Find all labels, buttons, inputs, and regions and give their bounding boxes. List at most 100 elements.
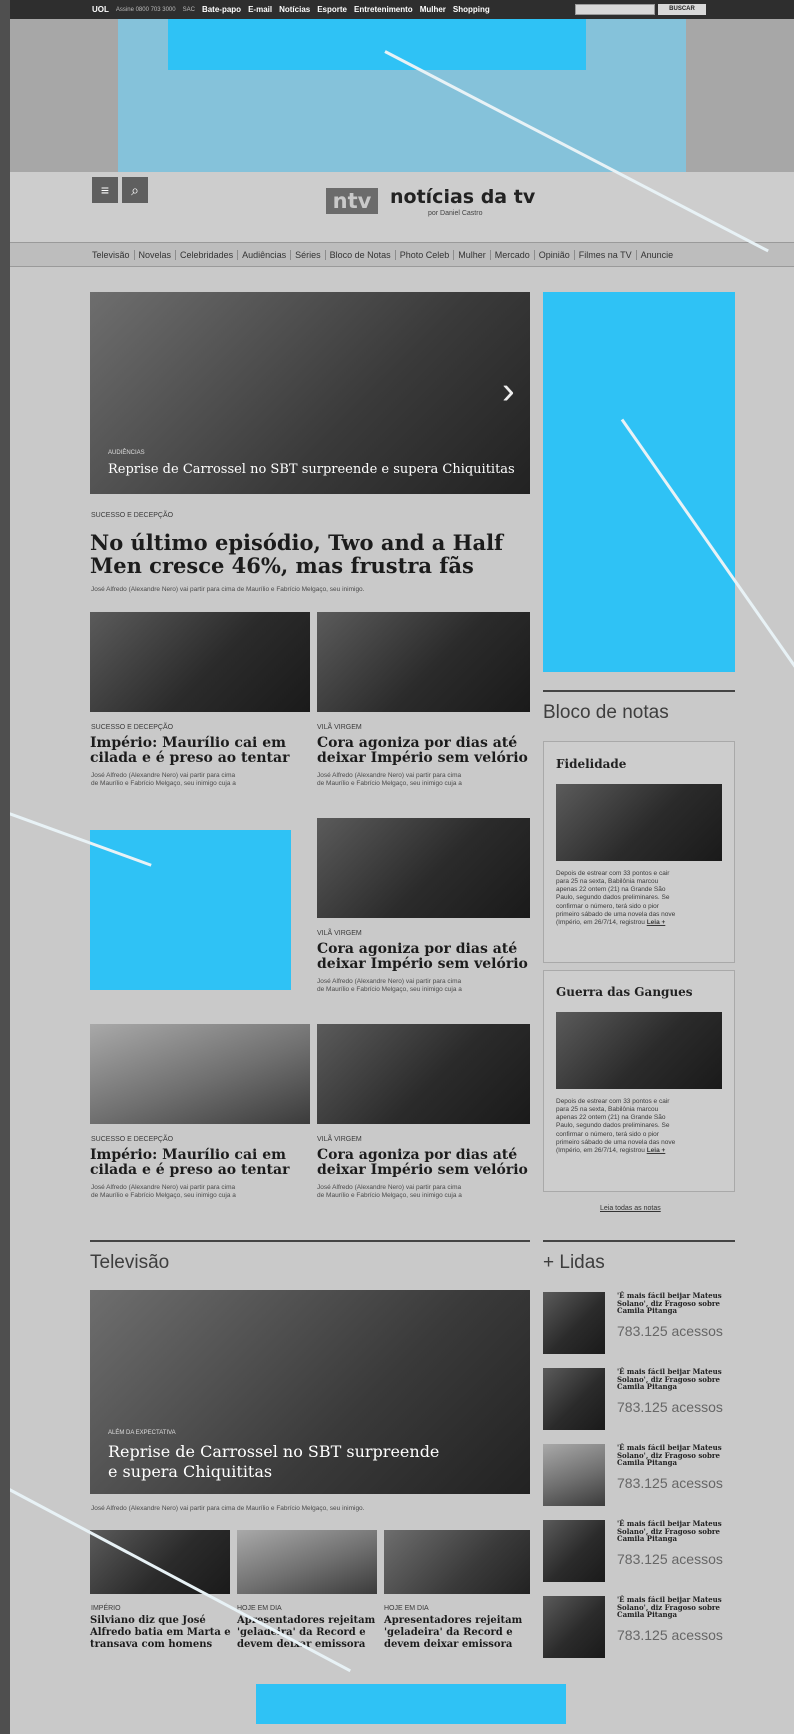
televisao-heading[interactable]: Televisão [90,1252,169,1274]
hero-tag: Audiências [108,450,145,456]
topbar-link-noticias[interactable]: Notícias [279,5,310,14]
article-5-headline-line2[interactable]: deixar Império sem velório [317,1163,528,1178]
nav-item-mercado[interactable]: Mercado [491,249,535,260]
lead-body: José Alfredo (Alexandre Nero) vai partir… [91,586,365,593]
lead-headline-line2[interactable]: Men cresce 46%, mas frustra fãs [90,554,474,577]
search-icon[interactable]: ⌕ [122,177,148,203]
topbar-link-esporte[interactable]: Esporte [317,5,347,14]
lead-headline-line1[interactable]: No último episódio, Two and a Half [90,531,503,554]
article-4-body-line2: de Maurílio e Fabrício Melgaço, seu inim… [91,1192,236,1199]
nav-item-anuncie[interactable]: Anuncie [637,250,678,260]
lidas-item-1-image[interactable] [543,1292,605,1354]
nav-item-televisao[interactable]: Televisão [88,249,135,260]
televisao-item-1-image[interactable] [90,1530,230,1594]
note-1-line-1: Depois de estrear com 33 pontos e cair [556,870,670,877]
nav-item-opiniao[interactable]: Opinião [535,249,575,260]
note-2-image[interactable] [556,1012,722,1089]
top-ad-placeholder[interactable] [168,19,586,70]
lidas-item-5-image[interactable] [543,1596,605,1658]
televisao-item-1-line2[interactable]: Alfredo batia em Marta e [90,1627,231,1639]
lidas-item-2-image[interactable] [543,1368,605,1430]
note-2-text: Depois de estrear com 33 pontos e cair p… [556,1098,722,1155]
nav-item-audiencias[interactable]: Audiências [238,249,292,260]
televisao-feature-title-line1[interactable]: Reprise de Carrossel no SBT surpreende [108,1442,439,1461]
topbar-link-shopping[interactable]: Shopping [453,5,490,14]
article-4-headline-line2[interactable]: cilada e é preso ao tentar [90,1163,289,1178]
article-1-image[interactable] [90,612,310,712]
article-5-headline-line1[interactable]: Cora agoniza por dias até [317,1148,517,1163]
note-1-line-2: para 25 na sexta, Babilônia marcou [556,878,659,886]
lidas-item-2-title[interactable]: 'É mais fácil beijar Mateus Solano', diz… [617,1368,735,1391]
televisao-item-1-line3[interactable]: transava com homens [90,1639,212,1651]
note-1-title[interactable]: Fidelidade [556,757,626,771]
nav-item-novelas[interactable]: Novelas [135,249,177,260]
menu-icon[interactable]: ≡ [92,177,118,203]
note-1-image[interactable] [556,784,722,861]
lidas-item-3-title[interactable]: 'É mais fácil beijar Mateus Solano', diz… [617,1444,735,1467]
televisao-feature-title-line2[interactable]: e supera Chiquititas [108,1462,272,1481]
televisao-item-3-line3[interactable]: devem deixar emissora [384,1639,512,1651]
article-4-image[interactable] [90,1024,310,1124]
article-2-image[interactable] [317,612,530,712]
nav-item-filmes-na-tv[interactable]: Filmes na TV [575,249,637,260]
sidebar-ad-placeholder[interactable] [543,292,735,672]
lidas-item-4-line3: Camila Pitanga [617,1534,678,1544]
lidas-item-4-image[interactable] [543,1520,605,1582]
site-title[interactable]: notícias da tv [390,186,535,208]
article-1-headline-line2[interactable]: cilada e é preso ao tentar [90,751,289,766]
note-2-line-1: Depois de estrear com 33 pontos e cair [556,1098,670,1105]
article-3-headline-line2[interactable]: deixar Império sem velório [317,957,528,972]
main-nav: Televisão Novelas Celebridades Audiência… [10,242,794,267]
hero-title[interactable]: Reprise de Carrossel no SBT surpreende e… [108,462,515,477]
article-1-headline-line1[interactable]: Império: Maurílio cai em [90,736,286,751]
sac-link[interactable]: SAC [183,7,195,13]
televisao-feature-tag: Além da expectativa [108,1430,176,1436]
article-3-body-line2: de Maurílio e Fabrício Melgaço, seu inim… [317,986,462,993]
nav-item-bloco-de-notas[interactable]: Bloco de Notas [326,249,396,260]
lidas-heading[interactable]: + Lidas [543,1252,605,1274]
televisao-item-3-kicker: Hoje em dia [384,1605,429,1612]
topbar-link-email[interactable]: E-mail [248,5,272,14]
hero-slide-image[interactable]: › Audiências Reprise de Carrossel no SBT… [90,292,530,494]
uol-search-button[interactable]: BUSCAR [658,4,706,15]
article-2-headline-line2[interactable]: deixar Império sem velório [317,751,528,766]
site-subtitle: por Daniel Castro [428,210,483,217]
nav-item-series[interactable]: Séries [291,249,326,260]
article-3-image[interactable] [317,818,530,918]
televisao-item-3-image[interactable] [384,1530,530,1594]
article-2-headline-line1[interactable]: Cora agoniza por dias até [317,736,517,751]
article-3-headline-line1[interactable]: Cora agoniza por dias até [317,942,517,957]
bloco-heading[interactable]: Bloco de notas [543,702,669,724]
televisao-item-3-line1[interactable]: Apresentadores rejeitam [384,1615,522,1627]
televisao-item-1-line1[interactable]: Silviano diz que José [90,1615,206,1627]
assine-link[interactable]: Assine 0800 703 3000 [116,7,176,13]
televisao-item-2-image[interactable] [237,1530,377,1594]
lidas-item-5-title[interactable]: 'É mais fácil beijar Mateus Solano', diz… [617,1596,735,1619]
chevron-right-icon[interactable]: › [502,370,515,413]
all-notes-link[interactable]: Leia todas as notas [600,1205,661,1212]
televisao-item-3-line2[interactable]: 'geladeira' da Record e [384,1627,513,1639]
article-4-headline-line1[interactable]: Império: Maurílio cai em [90,1148,286,1163]
lidas-item-1-title[interactable]: 'É mais fácil beijar Mateus Solano', diz… [617,1292,735,1315]
nav-item-photo-celeb[interactable]: Photo Celeb [396,249,455,260]
article-5-image[interactable] [317,1024,530,1124]
nav-item-celebridades[interactable]: Celebridades [176,249,239,260]
article-2-kicker: Vilã virgem [317,724,362,731]
topbar-link-mulher[interactable]: Mulher [420,5,446,14]
site-logo-mark[interactable]: ntv [326,188,378,214]
nav-item-mulher[interactable]: Mulher [454,249,491,260]
topbar-link-batepapo[interactable]: Bate-papo [202,5,241,14]
uol-search-input[interactable] [575,4,655,15]
uol-logo[interactable]: UOL [92,5,109,14]
bottom-ad-placeholder[interactable] [256,1684,566,1724]
televisao-feature-image[interactable]: Além da expectativa Reprise de Carrossel… [90,1290,530,1494]
topbar-link-entretenimento[interactable]: Entretenimento [354,5,413,14]
lidas-item-4-title[interactable]: 'É mais fácil beijar Mateus Solano', diz… [617,1520,735,1543]
lidas-item-4-count: 783.125 acessos [617,1551,723,1567]
televisao-item-2-line2[interactable]: 'geladeira' da Record e [237,1627,366,1639]
note-1-read-more[interactable]: Leia + [647,919,666,926]
lidas-divider [543,1240,735,1242]
lidas-item-3-image[interactable] [543,1444,605,1506]
note-2-title[interactable]: Guerra das Gangues [556,985,693,999]
note-2-read-more[interactable]: Leia + [647,1147,666,1154]
